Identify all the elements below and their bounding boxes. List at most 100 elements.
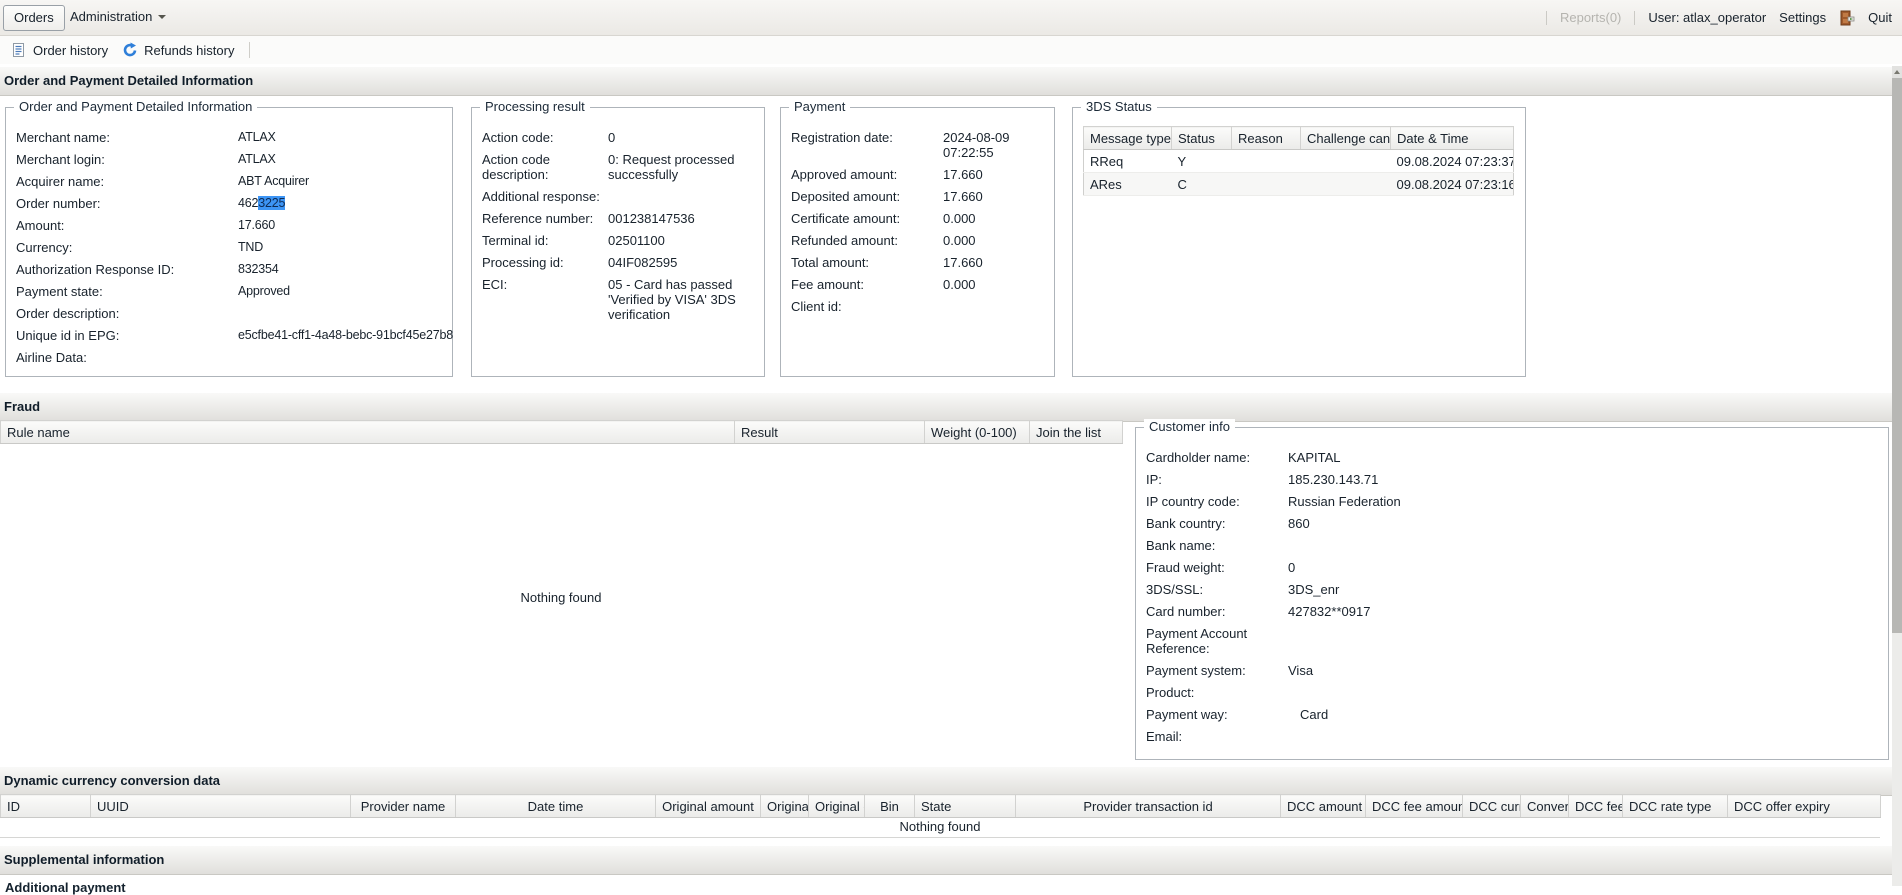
payment-pairs: Registration date:2024-08-09 07:22:55App…: [791, 130, 1050, 321]
column-header[interactable]: Conversi: [1521, 795, 1569, 818]
vertical-scrollbar[interactable]: [1892, 66, 1902, 886]
column-header[interactable]: Date time: [456, 795, 656, 818]
field-value: 0.000: [943, 277, 1050, 292]
payment-legend: Payment: [789, 99, 850, 114]
info-row: Payment way:Card: [1146, 707, 1884, 722]
info-row: Order number:4623225: [16, 196, 448, 211]
order-info-pairs: Merchant name:ATLAXMerchant login:ATLAXA…: [16, 130, 448, 372]
field-label: Authorization Response ID:: [16, 262, 238, 277]
column-header[interactable]: Provider transaction id: [1016, 795, 1281, 818]
quit-door-icon[interactable]: [1839, 10, 1855, 26]
divider: [1634, 11, 1635, 25]
top-menu-bar: Orders Administration Reports(0) User: a…: [0, 0, 1902, 36]
field-label: IP:: [1146, 472, 1288, 487]
column-header[interactable]: Provider name: [351, 795, 456, 818]
column-header[interactable]: Date & Time: [1391, 127, 1514, 150]
info-row: Certificate amount:0.000: [791, 211, 1050, 226]
column-header[interactable]: Rule name: [1, 421, 735, 444]
column-header[interactable]: DCC rate type: [1623, 795, 1728, 818]
column-header[interactable]: DCC amount: [1281, 795, 1366, 818]
info-row: Deposited amount:17.660: [791, 189, 1050, 204]
settings-link[interactable]: Settings: [1779, 10, 1826, 25]
quit-link[interactable]: Quit: [1868, 10, 1892, 25]
order-history-icon: [11, 42, 27, 58]
column-header[interactable]: DCC offer expiry: [1728, 795, 1881, 818]
field-label: Reference number:: [482, 211, 608, 226]
field-label: Registration date:: [791, 130, 943, 160]
column-header[interactable]: Original amount: [656, 795, 761, 818]
info-row: Payment state:Approved: [16, 284, 448, 299]
column-header[interactable]: Original c: [809, 795, 865, 818]
info-row: Airline Data:: [16, 350, 448, 365]
order-history-button[interactable]: Order history: [4, 39, 115, 61]
info-row: Reference number:001238147536: [482, 211, 760, 226]
column-header[interactable]: Status: [1172, 127, 1232, 150]
fraud-section-header: Fraud: [0, 392, 1902, 422]
refunds-history-button[interactable]: Refunds history: [115, 39, 241, 61]
table-row[interactable]: AResC09.08.2024 07:23:16: [1084, 173, 1514, 196]
field-value: [238, 306, 448, 321]
user-label: User: atlax_operator: [1648, 10, 1766, 25]
field-value: ATLAX: [238, 152, 448, 167]
info-row: Approved amount:17.660: [791, 167, 1050, 182]
field-value: e5cfbe41-cff1-4a48-bebc-91bcf45e27b8: [238, 328, 453, 343]
column-header[interactable]: DCC fee: [1569, 795, 1623, 818]
selected-text: 3225: [258, 196, 285, 210]
field-value: KAPITAL: [1288, 450, 1884, 465]
field-value: [238, 350, 448, 365]
field-label: Refunded amount:: [791, 233, 943, 248]
field-label: Total amount:: [791, 255, 943, 270]
field-label: Processing id:: [482, 255, 608, 270]
table-cell: [1301, 173, 1391, 196]
field-value: Russian Federation: [1288, 494, 1884, 509]
field-value: 860: [1288, 516, 1884, 531]
info-row: IP country code:Russian Federation: [1146, 494, 1884, 509]
table-row[interactable]: RReqY09.08.2024 07:23:37: [1084, 150, 1514, 173]
threeds-status-fieldset: 3DS Status Message typeStatusReasonChall…: [1072, 107, 1526, 377]
column-header[interactable]: ID: [1, 795, 91, 818]
field-label: Order description:: [16, 306, 238, 321]
field-label: Email:: [1146, 729, 1288, 744]
column-header[interactable]: DCC fee amount: [1366, 795, 1463, 818]
info-row: Authorization Response ID:832354: [16, 262, 448, 277]
field-label: Approved amount:: [791, 167, 943, 182]
column-header[interactable]: Challenge cancel: [1301, 127, 1391, 150]
chevron-down-icon: [158, 15, 166, 19]
column-header[interactable]: Message type: [1084, 127, 1172, 150]
dcc-section-header: Dynamic currency conversion data: [0, 766, 1902, 796]
field-value: 185.230.143.71: [1288, 472, 1884, 487]
column-header[interactable]: Result: [735, 421, 925, 444]
refunds-history-label: Refunds history: [144, 43, 234, 58]
field-value: [943, 299, 1050, 314]
column-header[interactable]: Original f: [761, 795, 809, 818]
tab-orders[interactable]: Orders: [3, 5, 65, 31]
divider: [249, 42, 250, 58]
field-label: Payment state:: [16, 284, 238, 299]
scroll-up-button[interactable]: [1892, 66, 1902, 78]
scrollbar-thumb[interactable]: [1892, 78, 1902, 633]
field-label: Deposited amount:: [791, 189, 943, 204]
menu-administration[interactable]: Administration: [62, 5, 174, 29]
column-header[interactable]: State: [915, 795, 1016, 818]
field-label: Payment way:: [1146, 707, 1288, 722]
info-row: Acquirer name:ABT Acquirer: [16, 174, 448, 189]
field-value: 0: [1288, 560, 1884, 575]
field-label: Action code:: [482, 130, 608, 145]
column-header[interactable]: Bin: [865, 795, 915, 818]
field-label: ECI:: [482, 277, 608, 322]
column-header[interactable]: DCC curr: [1463, 795, 1521, 818]
field-label: Acquirer name:: [16, 174, 238, 189]
field-label: Payment Account Reference:: [1146, 626, 1288, 656]
field-value: 832354: [238, 262, 448, 277]
field-label: Airline Data:: [16, 350, 238, 365]
field-label: Merchant login:: [16, 152, 238, 167]
customer-info-legend: Customer info: [1144, 419, 1235, 434]
column-header[interactable]: Reason: [1232, 127, 1301, 150]
processing-result-legend: Processing result: [480, 99, 590, 114]
info-row: Terminal id:02501100: [482, 233, 760, 248]
column-header[interactable]: Join the list: [1030, 421, 1123, 444]
field-value: Approved: [238, 284, 448, 299]
column-header[interactable]: Weight (0-100): [925, 421, 1030, 444]
field-label: Fee amount:: [791, 277, 943, 292]
column-header[interactable]: UUID: [91, 795, 351, 818]
